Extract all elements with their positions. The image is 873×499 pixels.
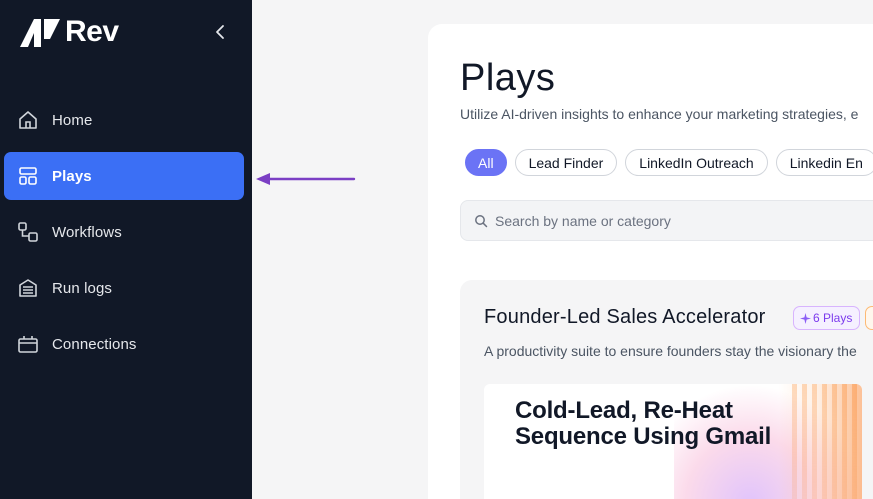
rev-logo-icon: [20, 19, 60, 47]
filter-chip-lead-finder[interactable]: Lead Finder: [514, 149, 618, 176]
search-bar[interactable]: [460, 200, 873, 241]
page-title: Plays: [460, 57, 556, 99]
sidebar-item-connections[interactable]: Connections: [4, 320, 244, 368]
filter-chip-linkedin-outreach[interactable]: LinkedIn Outreach: [625, 149, 768, 176]
play-thumbnail[interactable]: Cold-Lead, Re-Heat Sequence Using Gmail: [484, 384, 862, 499]
database-icon: [17, 277, 39, 299]
search-icon: [475, 214, 488, 227]
play-group-title: Founder-Led Sales Accelerator: [484, 306, 766, 328]
sidebar-item-label: Run logs: [52, 279, 113, 297]
filter-chips: All Lead Finder LinkedIn Outreach Linked…: [465, 149, 873, 176]
sparkle-icon: [800, 312, 811, 324]
home-icon: [17, 109, 39, 131]
sidebar-item-workflows[interactable]: Workflows: [4, 208, 244, 256]
category-badge: [865, 306, 873, 330]
plays-count-label: 6 Plays: [813, 311, 853, 325]
filter-chip-all[interactable]: All: [465, 149, 507, 176]
page-subtitle: Utilize AI-driven insights to enhance yo…: [460, 106, 859, 122]
collapse-sidebar-button[interactable]: [210, 22, 230, 42]
sidebar-item-run-logs[interactable]: Run logs: [4, 264, 244, 312]
play-group-description: A productivity suite to ensure founders …: [484, 343, 857, 359]
sidebar-item-home[interactable]: Home: [4, 96, 244, 144]
sidebar-item-plays[interactable]: Plays: [4, 152, 244, 200]
brand-name: Rev: [65, 15, 119, 48]
brand-logo[interactable]: Rev: [20, 17, 119, 47]
thumbnail-title: Cold-Lead, Re-Heat Sequence Using Gmail: [515, 397, 772, 450]
sidebar-item-label: Workflows: [52, 223, 122, 241]
layout-icon: [17, 165, 39, 187]
filter-chip-linkedin-en[interactable]: Linkedin En: [775, 149, 873, 176]
sidebar-item-label: Plays: [52, 167, 92, 185]
workflow-icon: [17, 221, 39, 243]
pointer-arrow-icon: [256, 173, 356, 185]
search-input[interactable]: [495, 212, 855, 229]
plays-count-badge: 6 Plays: [793, 306, 861, 330]
chevron-left-icon: [216, 25, 224, 39]
sidebar-item-label: Home: [52, 111, 93, 129]
sidebar-item-label: Connections: [52, 335, 137, 353]
connections-icon: [17, 333, 39, 355]
